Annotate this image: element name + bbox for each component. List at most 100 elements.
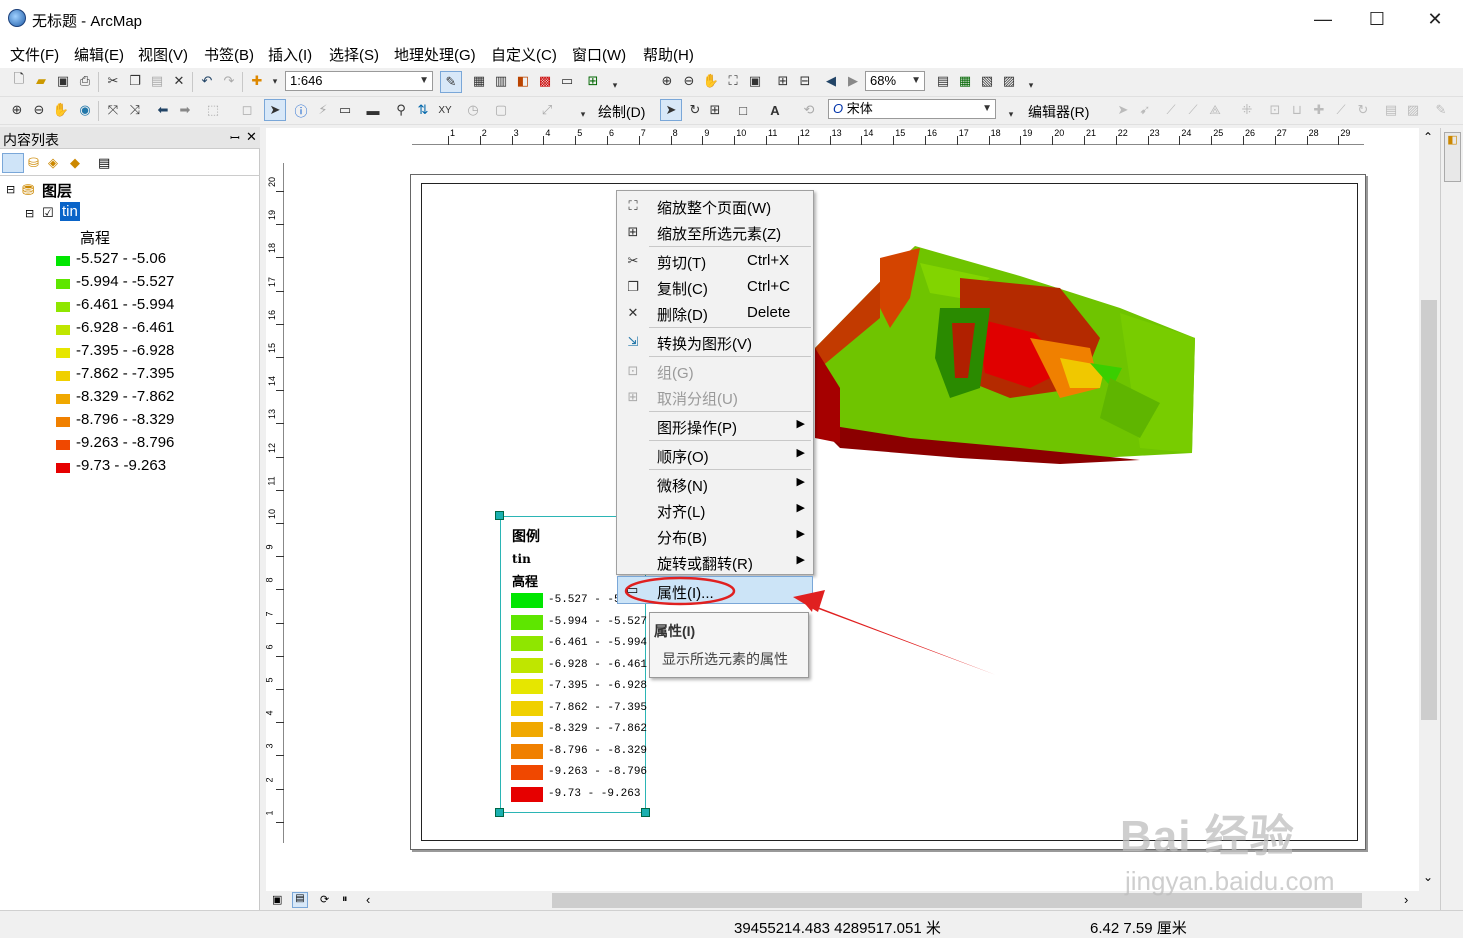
arctoolbox-icon[interactable]: ▩ <box>536 72 554 90</box>
go-to-xy-icon[interactable]: XY <box>436 101 454 119</box>
scroll-down-icon[interactable]: ⌄ <box>1423 870 1433 884</box>
clear-selection-icon[interactable]: ◻ <box>238 101 256 119</box>
tin-layer-name[interactable]: tin <box>60 202 80 221</box>
menu-item-cut[interactable]: ✂ 剪切(T) Ctrl+X <box>617 248 813 274</box>
open-folder-icon[interactable]: ▰ <box>32 72 50 90</box>
catalog-icon[interactable]: ▥ <box>492 72 510 90</box>
focus-data-frame-icon[interactable]: ▦ <box>956 72 974 90</box>
data-view-icon[interactable]: ▣ <box>272 893 282 906</box>
text-icon[interactable]: A <box>766 101 784 119</box>
menu-item-graphic-operations[interactable]: 图形操作(P) ▶ <box>617 413 813 439</box>
menu-help[interactable]: 帮助(H) <box>643 44 694 65</box>
save-icon[interactable]: ▣ <box>54 72 72 90</box>
select-pointer-icon[interactable]: ➤ <box>660 99 682 121</box>
fixed-zoom-out-map-icon[interactable]: ⤨ <box>126 101 144 119</box>
zoom-to-selected-icon[interactable]: ⊞ <box>706 101 724 119</box>
menu-view[interactable]: 视图(V) <box>138 44 188 65</box>
list-by-drawing-order-icon[interactable] <box>2 153 24 173</box>
rotate-feature-icon[interactable]: ↻ <box>1354 101 1372 119</box>
vertical-scroll-thumb[interactable] <box>1421 300 1437 720</box>
menu-customize[interactable]: 自定义(C) <box>491 44 557 65</box>
class-swatch[interactable] <box>56 463 70 473</box>
reshape-icon[interactable]: ⊔ <box>1288 101 1306 119</box>
cut-polygons-icon[interactable]: ✚ <box>1310 101 1328 119</box>
zoom-out-icon[interactable]: ⊖ <box>30 101 48 119</box>
class-label[interactable]: -7.395 - -6.928 <box>76 342 174 359</box>
font-combobox[interactable]: O 宋体 ▼ <box>828 99 996 119</box>
menu-selection[interactable]: 选择(S) <box>329 44 379 65</box>
class-label[interactable]: -5.994 - -5.527 <box>76 273 174 290</box>
zoom-whole-page-icon[interactable]: ⛶ <box>724 72 742 90</box>
class-swatch[interactable] <box>56 348 70 358</box>
toggle-draft-icon[interactable]: ▤ <box>934 72 952 90</box>
class-label[interactable]: -8.329 - -7.862 <box>76 388 174 405</box>
class-swatch[interactable] <box>56 371 70 381</box>
split-icon[interactable]: ⟋ <box>1332 101 1350 119</box>
class-label[interactable]: -9.73 - -9.263 <box>76 457 166 474</box>
options-icon[interactable]: ▤ <box>98 155 110 171</box>
class-label[interactable]: -8.796 - -8.329 <box>76 411 174 428</box>
hyperlink-icon[interactable]: ⚡ <box>314 101 332 119</box>
next-extent-icon[interactable]: ▶ <box>844 72 862 90</box>
zoom-in-icon[interactable]: ⊕ <box>8 101 26 119</box>
list-by-selection-icon[interactable]: ◆ <box>70 155 80 171</box>
scroll-right-icon[interactable]: › <box>1404 892 1408 907</box>
list-by-visibility-icon[interactable]: ◈ <box>48 155 58 171</box>
select-features-icon[interactable]: ⬚ <box>204 101 222 119</box>
toolbar-options-icon[interactable]: ▾ <box>606 76 624 94</box>
menu-insert[interactable]: 插入(I) <box>268 44 312 65</box>
find-icon[interactable]: ⚲ <box>392 101 410 119</box>
menu-edit[interactable]: 编辑(E) <box>74 44 124 65</box>
identify-icon[interactable]: ⓘ <box>292 101 310 119</box>
redo-icon[interactable]: ↷ <box>220 72 238 90</box>
drawing-options-icon[interactable]: ▾ <box>1002 105 1020 123</box>
sketch-properties-icon[interactable]: ▨ <box>1404 101 1422 119</box>
menu-item-delete[interactable]: ✕ 删除(D) Delete <box>617 300 813 326</box>
class-swatch[interactable] <box>56 325 70 335</box>
class-label[interactable]: -7.862 - -7.395 <box>76 365 174 382</box>
class-swatch[interactable] <box>56 440 70 450</box>
edit-vertices-tool-icon[interactable]: ⊡ <box>1266 101 1284 119</box>
edit-vertices-icon[interactable]: ⟲ <box>800 101 818 119</box>
editor-menu[interactable]: 编辑器(R) <box>1028 102 1089 122</box>
edit-tool-icon[interactable]: ➤ <box>1114 101 1132 119</box>
fixed-zoom-in-map-icon[interactable]: ⤧ <box>104 101 122 119</box>
tools-options-icon[interactable]: ▾ <box>574 105 592 123</box>
close-icon[interactable]: ✕ <box>246 129 257 145</box>
zoom-combobox[interactable]: 68% ▼ <box>865 71 925 91</box>
menu-item-rotate-flip[interactable]: 旋转或翻转(R) ▶ <box>617 549 813 575</box>
selection-handle[interactable] <box>495 808 504 817</box>
print-icon[interactable]: ⎙ <box>76 72 94 90</box>
scroll-left-icon[interactable]: ‹ <box>366 892 370 907</box>
zoom-100-icon[interactable]: ▣ <box>746 72 764 90</box>
full-extent-icon[interactable]: ◉ <box>76 101 94 119</box>
menu-item-zoom-selected[interactable]: ⊞ 缩放至所选元素(Z) <box>617 219 813 245</box>
class-swatch[interactable] <box>56 394 70 404</box>
forward-icon[interactable]: ➡ <box>176 101 194 119</box>
zoom-out-fixed-icon[interactable]: ⊖ <box>680 72 698 90</box>
model-builder-icon[interactable]: ⊞ <box>584 72 602 90</box>
menu-geoprocessing[interactable]: 地理处理(G) <box>394 44 476 65</box>
menu-windows[interactable]: 窗口(W) <box>572 44 626 65</box>
endpoint-arc-icon[interactable]: ⟋ <box>1184 101 1202 119</box>
previous-extent-icon[interactable]: ◀ <box>822 72 840 90</box>
map-scale-combobox[interactable]: 1:646 ▼ <box>285 71 433 91</box>
rectangle-icon[interactable]: □ <box>734 101 752 119</box>
maximize-button[interactable]: ☐ <box>1354 0 1400 38</box>
editor-toolbar-icon[interactable]: ✎ <box>440 71 462 93</box>
find-route-icon[interactable]: ⇅ <box>414 101 432 119</box>
class-swatch[interactable] <box>56 417 70 427</box>
create-viewer-icon[interactable]: ▢ <box>492 101 510 119</box>
straight-segment-icon[interactable]: ⟋ <box>1162 101 1180 119</box>
new-document-icon[interactable]: 🗋 <box>10 71 28 90</box>
layout-view-icon[interactable]: ▤ <box>292 892 308 908</box>
class-label[interactable]: -9.263 - -8.796 <box>76 434 174 451</box>
class-label[interactable]: -6.461 - -5.994 <box>76 296 174 313</box>
class-swatch[interactable] <box>56 279 70 289</box>
catalog-dock-tab[interactable]: ◧ <box>1444 132 1461 182</box>
toc-window-icon[interactable]: ▦ <box>470 72 488 90</box>
menu-item-group[interactable]: ⊡ 组(G) <box>617 358 813 384</box>
paste-icon[interactable]: ▤ <box>148 72 166 90</box>
minimize-button[interactable]: — <box>1300 0 1346 38</box>
delete-icon[interactable]: ✕ <box>170 72 188 90</box>
